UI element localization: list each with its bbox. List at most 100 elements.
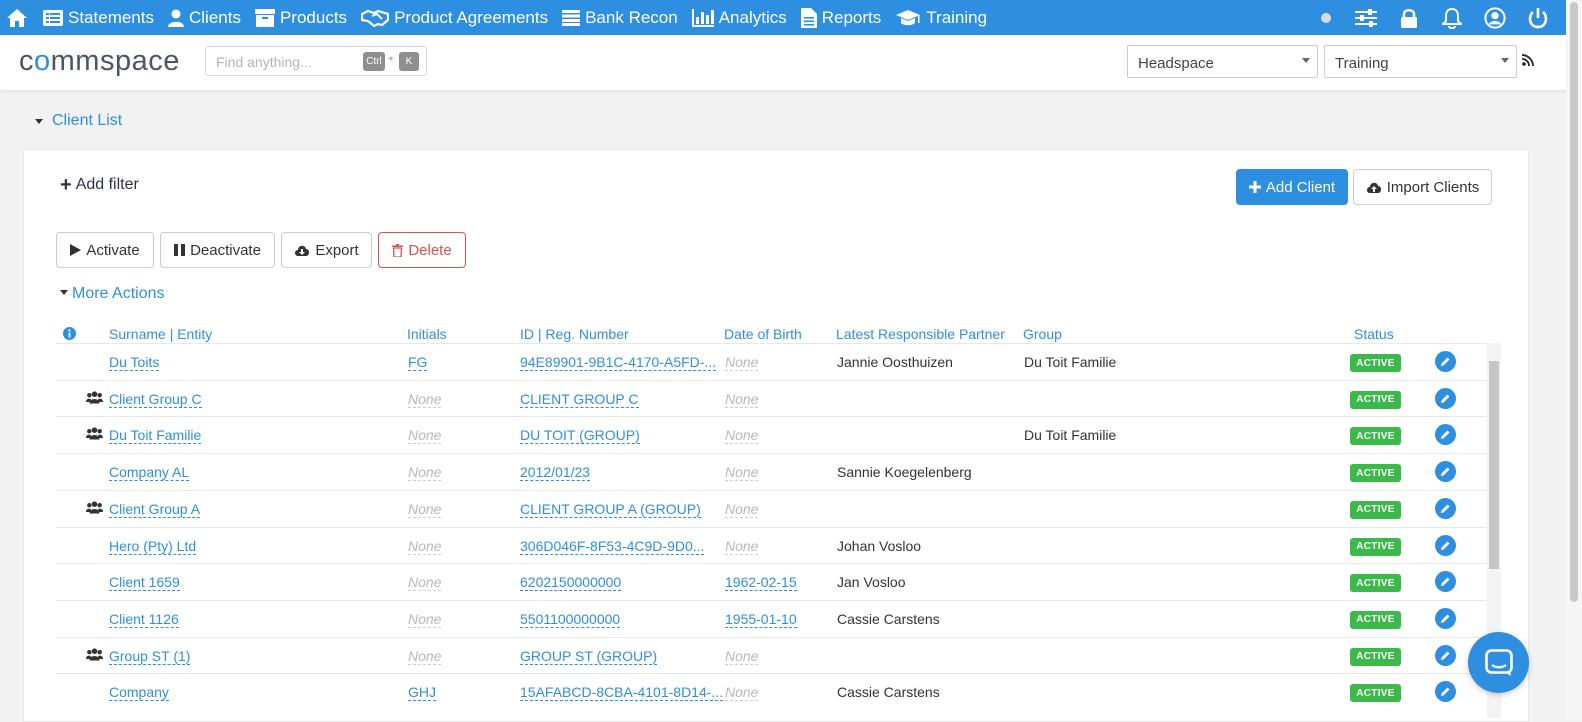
export-button[interactable]: Export [281, 232, 372, 268]
chat-widget-button[interactable] [1468, 632, 1529, 693]
table-row[interactable]: Company GHJ 15AFABCD-8CBA-4101-8D14-... Non… [56, 673, 1487, 710]
edit-pencil-icon[interactable] [1435, 534, 1456, 556]
edit-pencil-icon[interactable] [1435, 571, 1456, 593]
id-cell[interactable]: 15AFABCD-8CBA-4101-8D14-... [520, 684, 724, 702]
table-row[interactable]: Du Toits FG 94E89901-9B1C-4170-A5FD-... Non… [56, 343, 1487, 380]
table-row[interactable]: Client Group A None CLIENT GROUP A (GROUP)… [56, 489, 1487, 527]
client-name-link[interactable]: Company [109, 684, 169, 702]
client-name-link[interactable]: Company AL [109, 464, 190, 482]
nav-products[interactable]: Products [254, 8, 347, 28]
dob-cell[interactable]: None [725, 501, 759, 518]
column-header-status[interactable]: Status [1354, 326, 1394, 342]
initials-cell[interactable]: None [408, 464, 442, 482]
id-cell[interactable]: 94E89901-9B1C-4170-A5FD-... [520, 354, 717, 371]
dob-cell[interactable]: None [725, 427, 759, 445]
column-header-id[interactable]: ID | Reg. Number [520, 326, 629, 342]
client-name-link[interactable]: Hero (Pty) Ltd [109, 538, 197, 555]
client-name-link[interactable]: Client 1126 [109, 611, 179, 628]
environment-select[interactable]: Training [1324, 45, 1517, 78]
dob-cell[interactable]: None [725, 354, 759, 371]
nav-analytics[interactable]: Analytics [691, 8, 787, 28]
rss-icon[interactable] [1521, 53, 1534, 71]
power-icon[interactable] [1527, 7, 1549, 29]
dob-cell[interactable]: None [725, 684, 759, 702]
column-header-group[interactable]: Group [1023, 326, 1062, 342]
table-row[interactable]: Client 1126 None 5501100000000 1955-01-10 Ca… [56, 599, 1487, 637]
initials-cell[interactable]: None [408, 391, 442, 408]
initials-cell[interactable]: None [408, 501, 442, 518]
table-row[interactable]: Client Group C None CLIENT GROUP C None ACTI… [56, 379, 1487, 417]
id-cell[interactable]: DU TOIT (GROUP) [520, 427, 640, 445]
table-scrollbar-thumb[interactable] [1489, 361, 1499, 569]
client-name-link[interactable]: Client Group C [109, 391, 202, 408]
id-cell[interactable]: CLIENT GROUP A (GROUP) [520, 501, 701, 518]
lock-icon[interactable] [1398, 7, 1420, 29]
id-cell[interactable]: 5501100000000 [520, 611, 621, 628]
dob-cell[interactable]: None [725, 538, 759, 555]
id-cell[interactable]: 6202150000000 [520, 574, 622, 592]
nav-reports[interactable]: Reports [800, 7, 881, 28]
activate-button[interactable]: Activate [56, 232, 154, 268]
client-name-link[interactable]: Du Toits [109, 354, 160, 371]
client-name-link[interactable]: Client Group A [109, 501, 201, 518]
initials-cell[interactable]: None [408, 648, 442, 665]
initials-cell[interactable]: GHJ [408, 684, 436, 702]
edit-pencil-icon[interactable] [1435, 461, 1456, 483]
table-row[interactable]: Group ST (1) None GROUP ST (GROUP) None ACTI… [56, 636, 1487, 674]
client-name-link[interactable]: Du Toit Familie [109, 427, 202, 445]
edit-pencil-icon[interactable] [1435, 607, 1456, 629]
table-row[interactable]: Company AL None 2012/01/23 None Sannie Koege… [56, 453, 1487, 490]
column-header-initials[interactable]: Initials [407, 326, 447, 342]
id-cell[interactable]: 2012/01/23 [520, 464, 591, 482]
delete-button[interactable]: Delete [378, 232, 466, 268]
nav-statements[interactable]: Statements [43, 8, 154, 28]
dob-cell[interactable]: None [725, 648, 759, 665]
column-header-partner[interactable]: Latest Responsible Partner [836, 326, 1005, 342]
page-scrollbar[interactable] [1566, 0, 1582, 720]
edit-pencil-icon[interactable] [1435, 644, 1456, 666]
nav-clients[interactable]: Clients [168, 8, 241, 28]
search-input[interactable] [214, 53, 358, 71]
nav-training[interactable]: Training [895, 8, 987, 28]
table-row[interactable]: Hero (Pty) Ltd None 306D046F-8F53-4C9D-9D0… [56, 526, 1487, 564]
table-row[interactable]: Du Toit Familie None DU TOIT (GROUP) None Du… [56, 416, 1487, 453]
initials-cell[interactable]: None [408, 538, 442, 555]
column-header-surname[interactable]: Surname | Entity [109, 326, 212, 342]
client-name-link[interactable]: Client 1659 [109, 574, 180, 592]
page-scrollbar-thumb[interactable] [1570, 2, 1578, 602]
info-icon[interactable] [63, 327, 76, 343]
id-cell[interactable]: CLIENT GROUP C [520, 391, 639, 408]
more-actions-toggle[interactable]: More Actions [60, 285, 164, 303]
column-header-dob[interactable]: Date of Birth [724, 326, 802, 342]
global-search[interactable]: Ctrl + K [205, 46, 427, 76]
nav-bank-recon[interactable]: Bank Recon [562, 8, 678, 28]
add-filter-button[interactable]: + Add filter [60, 175, 139, 195]
client-name-link[interactable]: Group ST (1) [109, 648, 191, 665]
edit-pencil-icon[interactable] [1435, 387, 1456, 409]
initials-cell[interactable]: None [408, 427, 442, 445]
id-cell[interactable]: 306D046F-8F53-4C9D-9D0... [520, 538, 705, 555]
deactivate-button[interactable]: Deactivate [160, 232, 275, 268]
home-icon[interactable] [6, 8, 33, 28]
add-client-button[interactable]: Add Client [1236, 169, 1348, 205]
edit-pencil-icon[interactable] [1435, 497, 1456, 519]
edit-pencil-icon[interactable] [1435, 424, 1456, 446]
dob-cell[interactable]: None [725, 464, 759, 482]
table-row[interactable]: Client 1659 None 6202150000000 1962-02-15 Ja… [56, 563, 1487, 600]
initials-cell[interactable]: None [408, 611, 442, 628]
id-cell[interactable]: GROUP ST (GROUP) [520, 648, 658, 665]
dob-cell[interactable]: 1962-02-15 [725, 574, 797, 592]
edit-pencil-icon[interactable] [1435, 681, 1456, 703]
initials-cell[interactable]: None [408, 574, 442, 592]
import-clients-button[interactable]: Import Clients [1353, 169, 1492, 205]
dob-cell[interactable]: 1955-01-10 [725, 611, 797, 628]
dob-cell[interactable]: None [725, 391, 759, 408]
edit-pencil-icon[interactable] [1435, 351, 1456, 372]
sliders-icon[interactable] [1355, 7, 1377, 29]
nav-product-agreements[interactable]: Product Agreements [361, 8, 548, 28]
workspace-select[interactable]: Headspace [1127, 45, 1318, 78]
commspace-logo[interactable]: commspace [19, 45, 180, 78]
bell-icon[interactable] [1441, 7, 1463, 29]
user-circle-icon[interactable] [1484, 6, 1506, 29]
client-list-toggle[interactable]: Client List [35, 112, 122, 130]
